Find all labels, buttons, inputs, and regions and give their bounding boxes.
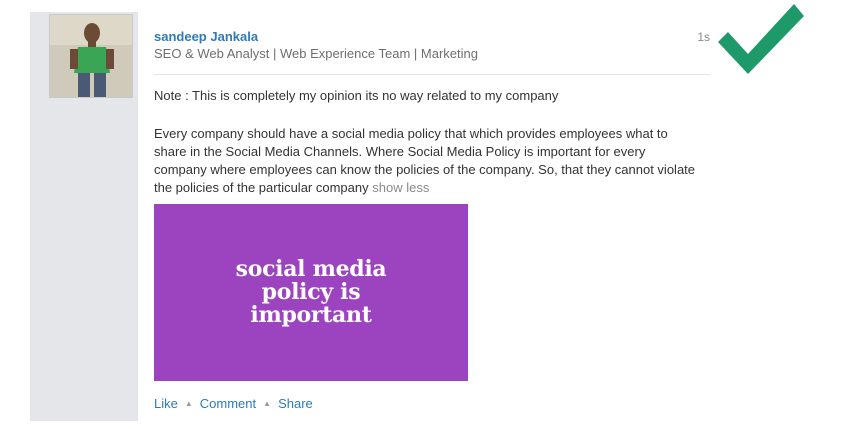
comment-button[interactable]: Comment (200, 396, 256, 411)
post-body: Every company should have a social media… (154, 125, 699, 197)
divider (154, 74, 710, 75)
timestamp: 1s (697, 30, 710, 44)
author-name[interactable]: sandeep Jankala (154, 29, 258, 44)
share-button[interactable]: Share (278, 396, 313, 411)
separator-icon: ▲ (184, 399, 193, 408)
author-row: sandeep Jankala 1s (154, 28, 714, 48)
post-actions: Like ▲ Comment ▲ Share (154, 396, 313, 411)
like-button[interactable]: Like (154, 396, 178, 411)
checkmark-icon (718, 4, 804, 74)
separator-icon: ▲ (263, 399, 272, 408)
post: sandeep Jankala 1s SEO & Web Analyst | W… (154, 28, 714, 197)
show-less-link[interactable]: show less (372, 180, 429, 195)
avatar-photo (50, 15, 132, 97)
post-image[interactable]: social media policy is important (154, 204, 468, 381)
post-note: Note : This is completely my opinion its… (154, 88, 559, 103)
post-image-caption-wrap: social media policy is important (154, 204, 468, 381)
avatar[interactable] (49, 14, 133, 98)
author-headline: SEO & Web Analyst | Web Experience Team … (154, 46, 478, 61)
post-image-text: social media policy is important (235, 256, 387, 328)
